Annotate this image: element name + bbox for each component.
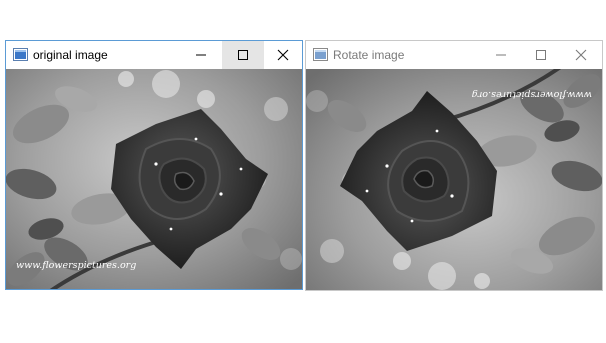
rose-photo — [6, 69, 302, 289]
maximize-icon — [238, 50, 248, 60]
rose-photo-rotated — [306, 69, 602, 290]
image-canvas: www.flowerspictures.org — [306, 69, 602, 290]
close-button[interactable] — [560, 41, 602, 69]
title-bar[interactable]: Rotate image — [306, 41, 602, 69]
app-icon — [313, 48, 328, 61]
window-rotate-image[interactable]: Rotate image www.flowerspictures.org — [305, 40, 603, 291]
minimize-icon — [496, 54, 506, 56]
maximize-icon — [536, 50, 546, 60]
window-original-image[interactable]: original image www.flowerspictures.org — [5, 40, 303, 290]
watermark-text: www.flowerspictures.org — [16, 260, 136, 271]
title-bar[interactable]: original image — [6, 41, 302, 69]
close-icon — [575, 49, 587, 61]
minimize-button[interactable] — [480, 41, 522, 69]
maximize-button[interactable] — [520, 41, 562, 69]
close-icon — [277, 49, 289, 61]
image-canvas: www.flowerspictures.org — [6, 69, 302, 289]
minimize-button[interactable] — [180, 41, 222, 69]
minimize-icon — [196, 54, 206, 56]
maximize-button[interactable] — [222, 41, 264, 69]
window-title: Rotate image — [333, 48, 405, 62]
app-icon — [13, 48, 28, 61]
watermark-text-rotated: www.flowerspictures.org — [472, 89, 592, 100]
window-title: original image — [33, 48, 108, 62]
close-button[interactable] — [262, 41, 304, 69]
